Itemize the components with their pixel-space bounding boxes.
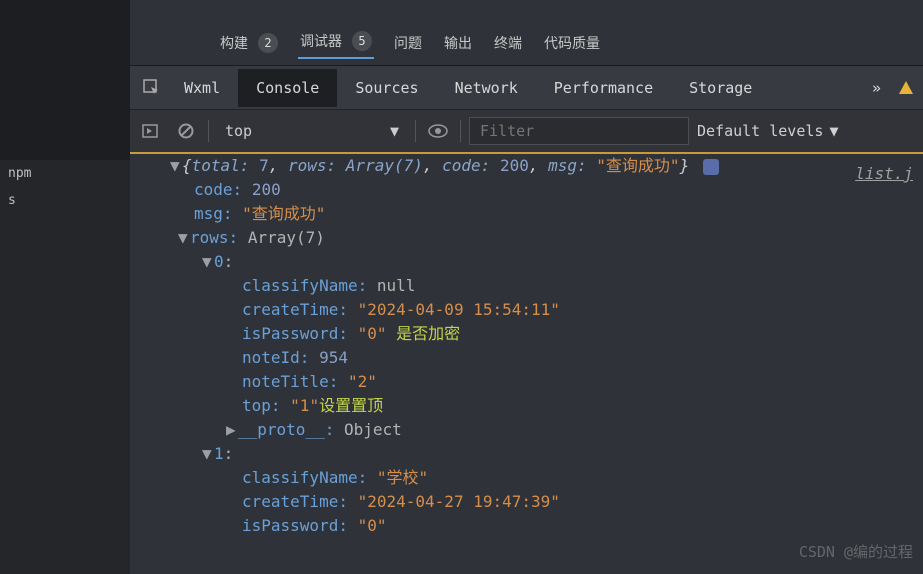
info-badge-icon (703, 159, 719, 175)
tab-debugger-badge: 5 (352, 31, 372, 51)
devtools-tab-console[interactable]: Console (238, 69, 337, 107)
levels-selector[interactable]: Default levels ▼ (697, 122, 838, 140)
tab-build-badge: 2 (258, 33, 278, 53)
array-item-0[interactable]: ▼0: (130, 250, 923, 274)
levels-label: Default levels (697, 122, 823, 140)
tab-output[interactable]: 输出 (442, 27, 474, 59)
context-selector[interactable]: top ▼ (217, 119, 407, 143)
prop-isPassword: isPassword: "0" 是否加密 (130, 322, 923, 346)
devtools-tab-storage[interactable]: Storage (671, 69, 770, 107)
tab-debugger-label: 调试器 (300, 31, 342, 51)
prop-classifyName-1: classifyName: "学校" (130, 466, 923, 490)
log-summary-row[interactable]: ▼{total: 7, rows: Array(7), code: 200, m… (130, 154, 923, 178)
tab-quality[interactable]: 代码质量 (542, 27, 602, 59)
prop-createTime-1: createTime: "2024-04-27 19:47:39" (130, 490, 923, 514)
prop-classifyName: classifyName: null (130, 274, 923, 298)
prop-proto[interactable]: ▶__proto__: Object (130, 418, 923, 442)
devtools-tabbar: Wxml Console Sources Network Performance… (130, 66, 923, 110)
tab-build[interactable]: 构建 2 (218, 27, 280, 59)
panel-tabs: 构建 2 调试器 5 问题 输出 终端 代码质量 (130, 0, 923, 66)
tab-issues[interactable]: 问题 (392, 27, 424, 59)
live-expression-icon[interactable] (424, 117, 452, 145)
sidebar-item-npm[interactable]: npm (0, 160, 130, 187)
prop-createTime: createTime: "2024-04-09 15:54:11" (130, 298, 923, 322)
watermark: CSDN @编的过程 (799, 540, 913, 564)
prop-isPassword-1: isPassword: "0" (130, 514, 923, 538)
annotation-pin: 设置置顶 (319, 396, 383, 415)
devtools-tab-sources[interactable]: Sources (337, 69, 436, 107)
warning-icon[interactable] (897, 79, 915, 97)
filter-input[interactable] (469, 117, 689, 145)
inspect-icon[interactable] (138, 74, 166, 102)
toggle-sidebar-icon[interactable] (136, 117, 164, 145)
tab-build-label: 构建 (220, 33, 248, 53)
left-sidebar: npm s (0, 0, 130, 574)
prop-noteId: noteId: 954 (130, 346, 923, 370)
prop-top: top: "1"设置置顶 (130, 394, 923, 418)
tab-debugger[interactable]: 调试器 5 (298, 25, 374, 59)
clear-console-icon[interactable] (172, 117, 200, 145)
devtools-tab-wxml[interactable]: Wxml (166, 69, 238, 107)
main-panel: 构建 2 调试器 5 问题 输出 终端 代码质量 Wxml Console So… (130, 0, 923, 574)
tab-terminal[interactable]: 终端 (492, 27, 524, 59)
context-value: top (225, 122, 252, 140)
prop-code: code: 200 (130, 178, 923, 202)
devtools-tab-network[interactable]: Network (437, 69, 536, 107)
devtools-tab-performance[interactable]: Performance (536, 69, 671, 107)
annotation-encrypt: 是否加密 (396, 324, 460, 343)
prop-rows[interactable]: ▼rows: Array(7) (130, 226, 923, 250)
devtools-more-icon[interactable]: » (866, 69, 887, 107)
chevron-down-icon: ▼ (390, 122, 399, 140)
prop-noteTitle: noteTitle: "2" (130, 370, 923, 394)
sidebar-item-s[interactable]: s (0, 187, 130, 214)
console-toolbar: top ▼ Default levels ▼ (130, 110, 923, 154)
source-link[interactable]: list.j (855, 162, 913, 186)
chevron-down-icon: ▼ (829, 122, 838, 140)
console-output: list.j ▼{total: 7, rows: Array(7), code:… (130, 154, 923, 574)
prop-msg: msg: "查询成功" (130, 202, 923, 226)
array-item-1[interactable]: ▼1: (130, 442, 923, 466)
